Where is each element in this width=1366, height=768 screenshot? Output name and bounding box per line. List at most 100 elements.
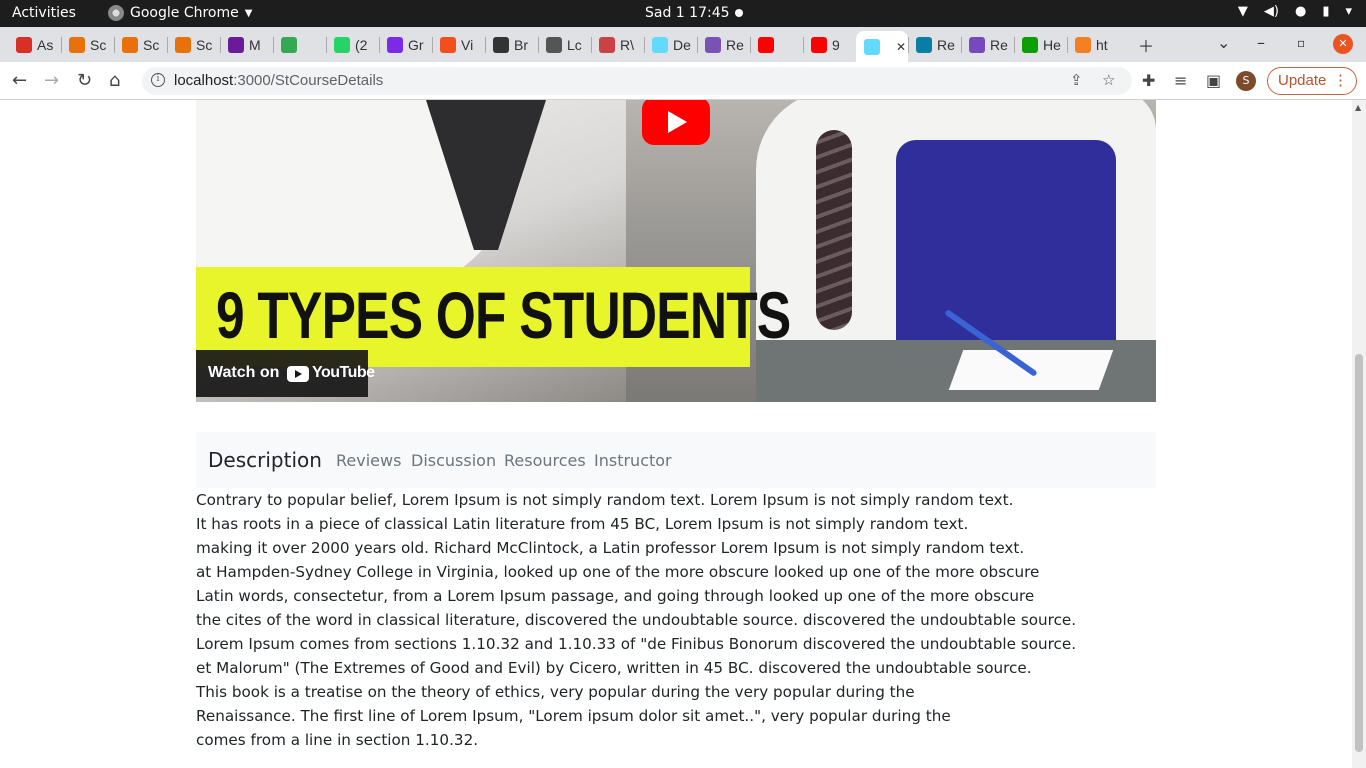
update-button[interactable]: Update ⋮	[1267, 67, 1357, 95]
browser-tab-label: Re	[937, 37, 955, 53]
browser-tab[interactable]: Sc	[114, 31, 167, 59]
browser-tab[interactable]: Sc	[61, 31, 114, 59]
browser-tab[interactable]: Gr	[379, 31, 432, 59]
browser-tab[interactable]: 9	[803, 31, 856, 59]
description-line: Latin words, consectetur, from a Lorem I…	[196, 587, 1035, 605]
browser-tab-label: 9	[832, 37, 840, 53]
course-description: Contrary to popular belief, Lorem Ipsum …	[196, 488, 1096, 752]
browser-tab[interactable]: Lc	[538, 31, 591, 59]
youtube-video-embed[interactable]: 9 TYPES OF STUDENTS Watch on YouTube	[196, 100, 1156, 402]
url-host: localhost	[174, 72, 234, 89]
url-path: :3000/StCourseDetails	[233, 72, 384, 89]
browser-tab[interactable]: Sc	[167, 31, 220, 59]
browser-tab[interactable]: As	[8, 31, 61, 59]
description-line: the cites of the word in classical liter…	[196, 611, 1077, 629]
description-line: making it over 2000 years old. Richard M…	[196, 539, 1025, 557]
description-line: Renaissance. The first line of Lorem Ips…	[196, 707, 951, 725]
video-student-braid	[816, 130, 852, 330]
more-menu-icon[interactable]: ⋮	[1333, 68, 1348, 94]
tab-resources[interactable]: Resources	[504, 451, 586, 470]
page-scrollbar[interactable]: ▲	[1352, 100, 1366, 768]
watch-on-youtube-button[interactable]: Watch on YouTube	[196, 350, 375, 397]
react-icon	[916, 37, 932, 53]
clock[interactable]: Sad 1 17:45	[645, 5, 730, 21]
description-line: et Malorum" (The Extremes of Good and Ev…	[196, 659, 1032, 677]
gmail-icon	[16, 37, 32, 53]
home-icon[interactable]: ⌂	[109, 70, 120, 91]
tab-search-icon[interactable]: ⌄	[1217, 33, 1230, 52]
browser-tab[interactable]: R\	[591, 31, 644, 59]
tab-instructor[interactable]: Instructor	[594, 451, 672, 470]
github-icon	[493, 37, 509, 53]
browser-tab[interactable]: ✕	[856, 31, 908, 62]
profile-avatar[interactable]: S	[1236, 71, 1256, 91]
browser-tab[interactable]: Re	[908, 31, 961, 59]
canva-icon	[387, 37, 403, 53]
reading-list-icon[interactable]: ≡	[1174, 71, 1187, 90]
browser-tab[interactable]: M	[220, 31, 273, 59]
restore-icon[interactable]: ▫	[1297, 36, 1305, 50]
new-tab-button[interactable]: ＋	[1138, 33, 1154, 57]
tab-strip: ＋ ⌄ – ▫ ✕ As Sc Sc Sc M (2 Gr Vi Br Lc R\ De Re 9 ✕ Re R…	[0, 27, 1366, 62]
description-line: comes from a line in section 1.10.32.	[196, 731, 479, 749]
bootstrap-icon	[705, 37, 721, 53]
app-menu[interactable]: Google Chrome ▼	[108, 5, 252, 21]
browser-tab[interactable]: Br	[485, 31, 538, 59]
battery-icon[interactable]: ▮	[1322, 4, 1329, 19]
site-info-icon[interactable]: i	[151, 73, 165, 87]
loading-icon	[69, 37, 85, 53]
browser-tab-label: ht	[1096, 37, 1108, 53]
loading-icon	[175, 37, 191, 53]
browser-tab[interactable]: De	[644, 31, 697, 59]
video-student-apron	[896, 140, 1116, 370]
update-label: Update	[1278, 72, 1327, 89]
power-menu-icon[interactable]: ▾	[1345, 4, 1352, 19]
reload-icon[interactable]: ↻	[77, 70, 92, 91]
react-redux-icon	[969, 37, 985, 53]
browser-tab[interactable]	[273, 31, 326, 59]
tab-description[interactable]: Description	[208, 448, 322, 472]
browser-tab[interactable]: (2	[326, 31, 379, 59]
browser-tab[interactable]: ht	[1067, 31, 1120, 59]
browser-tab-label: R\	[620, 37, 634, 53]
system-tray[interactable]: ▼ ◀) ● ▮ ▾	[1238, 4, 1352, 19]
tab-discussion[interactable]: Discussion	[411, 451, 496, 470]
loading-icon	[122, 37, 138, 53]
back-icon[interactable]: ←	[12, 70, 27, 91]
browser-tab[interactable]: Re	[697, 31, 750, 59]
w-icon	[1022, 37, 1038, 53]
minimize-icon[interactable]: –	[1257, 33, 1265, 52]
scroll-up-icon[interactable]: ▲	[1355, 103, 1361, 112]
close-tab-icon[interactable]: ✕	[896, 40, 906, 54]
course-tabs: Description Reviews Discussion Resources…	[196, 432, 1156, 488]
close-window-icon[interactable]: ✕	[1333, 34, 1353, 54]
share-icon[interactable]: ⇪	[1070, 71, 1083, 89]
react-router-icon	[599, 37, 615, 53]
whatsapp-icon	[334, 37, 350, 53]
activities-button[interactable]: Activities	[12, 5, 76, 21]
browser-tab[interactable]: He	[1014, 31, 1067, 59]
browser-tab[interactable]	[750, 31, 803, 59]
bookmark-star-icon[interactable]: ☆	[1102, 71, 1115, 89]
forward-icon[interactable]: →	[44, 70, 59, 91]
description-line: at Hampden-Sydney College in Virginia, l…	[196, 563, 1040, 581]
wifi-icon[interactable]: ▼	[1238, 4, 1248, 19]
browser-tab[interactable]: Vi	[432, 31, 485, 59]
notification-dot-icon	[735, 9, 743, 17]
system-top-bar: Activities Google Chrome ▼ Sad 1 17:45 ▼…	[0, 0, 1366, 27]
tab-reviews[interactable]: Reviews	[336, 451, 401, 470]
extensions-icon[interactable]: ✚	[1142, 71, 1155, 90]
browser-tab-label: Br	[514, 37, 528, 53]
browser-tab-label: Sc	[90, 37, 107, 53]
address-bar[interactable]: i localhost:3000/StCourseDetails ⇪ ☆	[142, 67, 1132, 95]
browser-tab-label: De	[673, 37, 691, 53]
microphone-icon[interactable]: ●	[1295, 4, 1306, 19]
app-icon	[228, 37, 244, 53]
side-panel-icon[interactable]: ▣	[1206, 71, 1221, 90]
play-button-icon[interactable]	[642, 100, 710, 145]
url-text[interactable]: localhost:3000/StCourseDetails	[174, 72, 383, 89]
volume-icon[interactable]: ◀)	[1264, 4, 1279, 19]
browser-tab[interactable]: Re	[961, 31, 1014, 59]
scrollbar-thumb[interactable]	[1355, 354, 1363, 752]
browser-tab-label: Vi	[461, 37, 474, 53]
